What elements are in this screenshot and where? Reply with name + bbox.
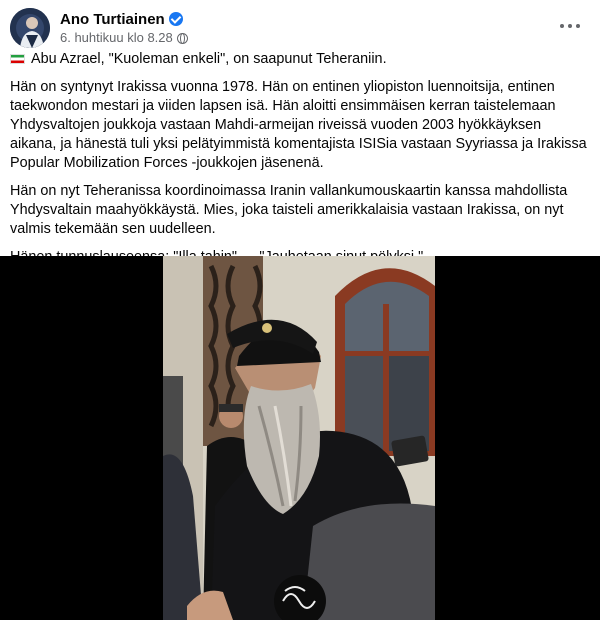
more-options-icon[interactable] [558,14,582,38]
post-paragraph: Hän on nyt Teheranissa koordinoimassa Ir… [10,183,568,237]
post-paragraph: Hän on syntynyt Irakissa vuonna 1978. Hä… [10,79,587,171]
post-timestamp[interactable]: 6. huhtikuu klo 8.28 [60,30,173,45]
post-meta: 6. huhtikuu klo 8.28 [60,30,188,45]
verified-badge-icon [168,12,183,26]
post-header: Ano Turtiainen 6. huhtikuu klo 8.28 [10,8,590,48]
post-paragraph: Abu Azrael, "Kuoleman enkeli", on saapun… [10,50,588,69]
post-paragraph-text: Abu Azrael, "Kuoleman enkeli", on saapun… [31,51,387,67]
video-frame[interactable] [163,256,435,620]
iran-flag-icon [10,54,25,64]
post-text: Abu Azrael, "Kuoleman enkeli", on saapun… [10,50,588,276]
globe-icon [176,33,188,44]
video-still-image [163,256,435,620]
author-name[interactable]: Ano Turtiainen [60,11,183,28]
author-name-text[interactable]: Ano Turtiainen [60,11,165,28]
post-video[interactable] [0,256,600,620]
facebook-post: Ano Turtiainen 6. huhtikuu klo 8.28 Abu … [0,0,600,620]
author-avatar[interactable] [10,8,50,48]
